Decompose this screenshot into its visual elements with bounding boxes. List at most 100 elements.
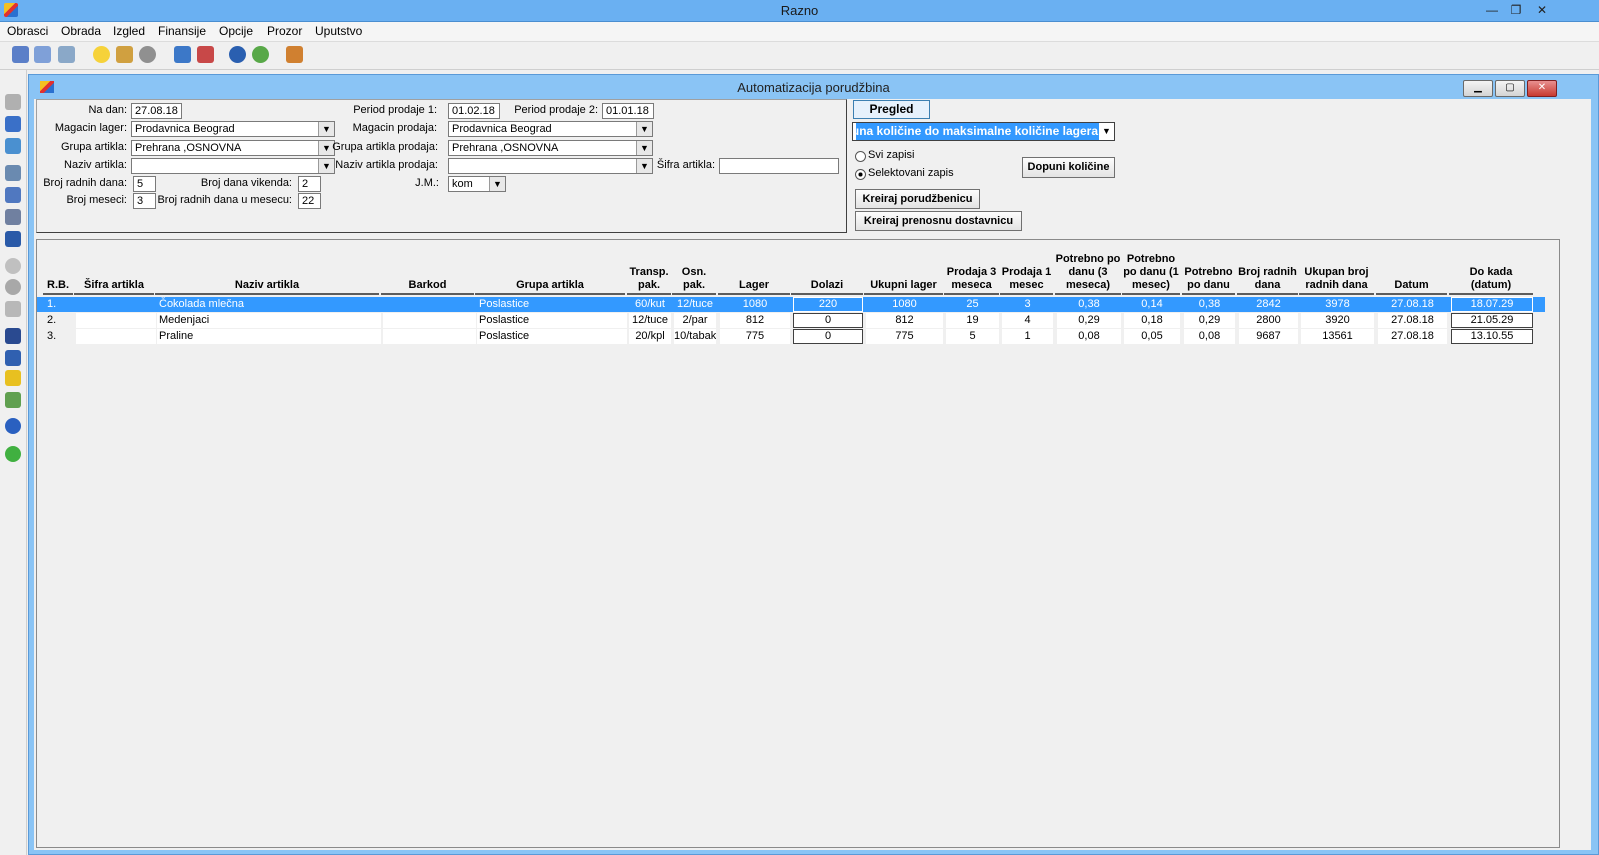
lightbulb-icon[interactable] <box>93 46 110 63</box>
folder-icon[interactable] <box>174 46 191 63</box>
document-icon[interactable] <box>12 46 29 63</box>
header-ukupni-lager[interactable]: Ukupni lager <box>864 246 943 292</box>
header-prodaja-1[interactable]: Prodaja 1 mesec <box>1000 246 1053 292</box>
header-prodaja-3[interactable]: Prodaja 3 meseca <box>944 246 999 292</box>
header-underline <box>864 293 943 295</box>
chevron-down-icon[interactable]: ▼ <box>636 141 652 155</box>
expand-icon[interactable] <box>5 392 21 408</box>
header-potrebno-1[interactable]: Potrebno po danu (1 mesec) <box>1122 246 1180 292</box>
close-icon[interactable]: ✕ <box>1531 2 1553 18</box>
table-row[interactable]: 1. Čokolada mlečna Poslastice 60/kut 12/tuce… <box>37 297 1545 312</box>
child-close-icon[interactable]: ✕ <box>1527 80 1557 97</box>
cell-dolazi[interactable]: 0 <box>793 329 863 344</box>
header-transp-pak[interactable]: Transp. pak. <box>627 246 671 292</box>
remove-icon[interactable] <box>5 279 21 295</box>
menu-uputstvo[interactable]: Uputstvo <box>315 24 362 38</box>
menu-prozor[interactable]: Prozor <box>267 24 302 38</box>
people-icon[interactable] <box>5 187 21 203</box>
mode-select[interactable]: puna količine do maksimalne količine lag… <box>852 122 1115 141</box>
cell-barkod <box>383 297 476 312</box>
header-broj-radnih[interactable]: Broj radnih dana <box>1237 246 1298 292</box>
cell-do-kada[interactable]: 21.05.29 <box>1451 313 1533 328</box>
add-icon[interactable] <box>5 258 21 274</box>
help-icon[interactable] <box>229 46 246 63</box>
menu-obrada[interactable]: Obrada <box>61 24 101 38</box>
sifra-field[interactable] <box>719 158 839 174</box>
cell-do-kada[interactable]: 13.10.55 <box>1451 329 1533 344</box>
header-rb[interactable]: R.B. <box>43 246 73 292</box>
header-potrebno-3[interactable]: Potrebno po danu (3 meseca) <box>1055 246 1121 292</box>
help-circle-icon[interactable] <box>5 418 21 434</box>
cell-dolazi[interactable]: 0 <box>793 313 863 328</box>
chevron-down-icon[interactable]: ▼ <box>318 122 334 136</box>
chevron-down-icon[interactable]: ▼ <box>489 177 505 191</box>
radni-mesec-field[interactable]: 22 <box>298 193 321 209</box>
menu-izgled[interactable]: Izgled <box>113 24 145 38</box>
chevron-down-icon[interactable]: ▼ <box>1099 123 1114 140</box>
filter-icon[interactable] <box>5 370 21 386</box>
naziv-select[interactable]: ▼ <box>131 158 335 174</box>
chevron-down-icon[interactable]: ▼ <box>636 122 652 136</box>
naziv-prodaja-select[interactable]: ▼ <box>448 158 653 174</box>
magacin-prodaja-select[interactable]: Prodavnica Beograd ▼ <box>448 121 653 137</box>
jm-select[interactable]: kom ▼ <box>448 176 506 192</box>
go-icon[interactable] <box>5 446 21 462</box>
printer-icon[interactable] <box>58 46 75 63</box>
cell-lager: 812 <box>720 313 790 328</box>
magacin-lager-select[interactable]: Prodavnica Beograd ▼ <box>131 121 335 137</box>
grupa-select[interactable]: Prehrana ,OSNOVNA ▼ <box>131 140 335 156</box>
grid-icon[interactable] <box>5 138 21 154</box>
header-barkod[interactable]: Barkod <box>381 246 474 292</box>
save-icon[interactable] <box>5 94 21 110</box>
header-dolazi[interactable]: Dolazi <box>791 246 863 292</box>
header-datum[interactable]: Datum <box>1376 246 1447 292</box>
period2-field[interactable]: 01.01.18 <box>602 103 654 119</box>
disc-icon[interactable] <box>139 46 156 63</box>
exit-icon[interactable] <box>286 46 303 63</box>
restore-icon[interactable]: ❐ <box>1505 2 1527 18</box>
header-osn-pak[interactable]: Osn. pak. <box>672 246 716 292</box>
minimize-icon[interactable]: — <box>1481 2 1503 18</box>
header-grupa[interactable]: Grupa artikla <box>475 246 625 292</box>
period1-field[interactable]: 01.02.18 <box>448 103 500 119</box>
meseci-field[interactable]: 3 <box>133 193 156 209</box>
print-icon[interactable] <box>5 165 21 181</box>
child-minimize-icon[interactable]: ▁ <box>1463 80 1493 97</box>
word-icon[interactable] <box>5 231 21 247</box>
radio-svi[interactable] <box>855 151 866 162</box>
label-radni-mesec: Broj radnih dana u mesecu: <box>157 194 292 206</box>
vikend-field[interactable]: 2 <box>298 176 321 192</box>
label-magacin-lager: Magacin lager: <box>54 122 127 134</box>
binoculars-icon[interactable] <box>5 328 21 344</box>
table-icon[interactable] <box>5 116 21 132</box>
sort-az-icon[interactable] <box>5 350 21 366</box>
table-row[interactable]: 2. Medenjaci Poslastice 12/tuce 2/par 812 0 812… <box>37 313 1545 328</box>
menu-finansije[interactable]: Finansije <box>158 24 206 38</box>
kreiraj-porudzbenicu-button[interactable]: Kreiraj porudžbenicu <box>855 189 980 209</box>
menu-obrasci[interactable]: Obrasci <box>7 24 48 38</box>
header-naziv[interactable]: Naziv artikla <box>155 246 379 292</box>
globe-icon[interactable] <box>252 46 269 63</box>
edit-icon[interactable] <box>5 301 21 317</box>
table-row[interactable]: 3. Praline Poslastice 20/kpl 10/tabak 775 0 775… <box>37 329 1545 344</box>
child-maximize-icon[interactable]: ▢ <box>1495 80 1525 97</box>
calculator-icon[interactable] <box>197 46 214 63</box>
grupa-prodaja-select[interactable]: Prehrana ,OSNOVNA ▼ <box>448 140 653 156</box>
radio-selektovani[interactable] <box>855 169 866 180</box>
header-do-kada[interactable]: Do kada (datum) <box>1449 246 1533 292</box>
truck-icon[interactable] <box>116 46 133 63</box>
refresh-doc-icon[interactable] <box>34 46 51 63</box>
header-potrebno[interactable]: Potrebno po danu <box>1182 246 1235 292</box>
cell-do-kada[interactable]: 18.07.29 <box>1451 297 1533 312</box>
cell-dolazi[interactable]: 220 <box>793 297 863 312</box>
header-sifra[interactable]: Šifra artikla <box>74 246 154 292</box>
na-dan-field[interactable]: 27.08.18 <box>131 103 182 119</box>
link-icon[interactable] <box>5 209 21 225</box>
radni-dani-field[interactable]: 5 <box>133 176 156 192</box>
pregled-button[interactable]: Pregled <box>853 100 930 119</box>
menu-opcije[interactable]: Opcije <box>219 24 253 38</box>
dopuni-button[interactable]: Dopuni količine <box>1022 157 1115 178</box>
header-lager[interactable]: Lager <box>718 246 790 292</box>
header-ukupan-radnih[interactable]: Ukupan broj radnih dana <box>1299 246 1374 292</box>
kreiraj-dostavnicu-button[interactable]: Kreiraj prenosnu dostavnicu <box>855 211 1022 231</box>
